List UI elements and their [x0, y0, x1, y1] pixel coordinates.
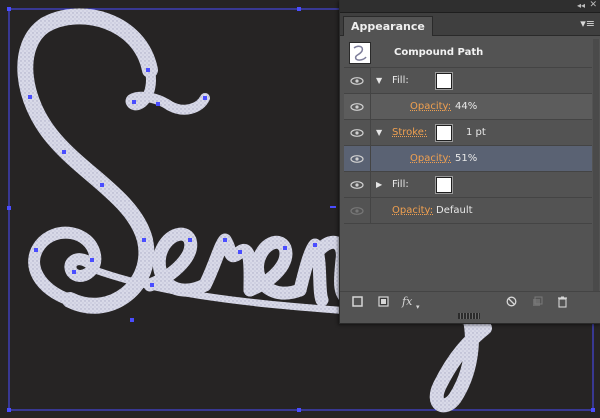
- panel-tabbar: Appearance ▾≡: [340, 13, 600, 36]
- bbox-handle-tl[interactable]: [7, 7, 11, 11]
- visibility-toggle[interactable]: [344, 68, 371, 93]
- visibility-toggle[interactable]: [344, 94, 371, 119]
- fill-swatch[interactable]: [436, 177, 452, 193]
- clear-appearance-icon[interactable]: [506, 296, 517, 310]
- eye-icon[interactable]: [350, 181, 364, 189]
- appearance-list: Compound Path ▼ Fill: Opacity: 44% ▼ Str: [344, 39, 592, 291]
- object-opacity-row[interactable]: Opacity: Default: [344, 198, 592, 224]
- appearance-header-row[interactable]: Compound Path: [344, 39, 592, 68]
- visibility-toggle[interactable]: [344, 172, 371, 197]
- stroke-row[interactable]: ▼ Stroke: 1 pt: [344, 120, 592, 146]
- object-thumbnail: [349, 42, 371, 64]
- visibility-toggle[interactable]: [344, 146, 371, 171]
- panel-menu-icon[interactable]: ▾≡: [580, 18, 595, 30]
- panel-titlebar[interactable]: ◂◂ ✕: [340, 0, 600, 13]
- eye-icon[interactable]: [350, 207, 364, 215]
- fill-swatch[interactable]: [436, 73, 452, 89]
- disclosure-triangle-right-icon[interactable]: ▶: [376, 180, 382, 190]
- stroke-opacity-row[interactable]: Opacity: 51%: [344, 146, 592, 172]
- opacity-link[interactable]: Opacity:: [392, 198, 433, 223]
- visibility-toggle[interactable]: [344, 120, 371, 145]
- opacity-link[interactable]: Opacity:: [410, 94, 451, 119]
- delete-item-trash-icon[interactable]: [557, 296, 568, 311]
- disclosure-triangle-down-icon[interactable]: ▼: [376, 76, 382, 86]
- fill-row-1[interactable]: ▼ Fill:: [344, 68, 592, 94]
- opacity-value: 44%: [455, 101, 478, 112]
- eye-icon[interactable]: [350, 77, 364, 85]
- collapse-panel-icon[interactable]: ◂◂: [577, 1, 585, 11]
- panel-resize-grip[interactable]: [458, 313, 480, 319]
- appearance-panel: ◂◂ ✕ Appearance ▾≡ Compound Path ▼ Fill:: [339, 0, 600, 324]
- disclosure-triangle-down-icon[interactable]: ▼: [376, 128, 382, 138]
- bbox-handle-tm[interactable]: [297, 7, 301, 11]
- visibility-toggle[interactable]: [344, 198, 371, 223]
- fill-opacity-row[interactable]: Opacity: 44%: [344, 94, 592, 120]
- close-panel-icon[interactable]: ✕: [589, 0, 597, 11]
- fill-label: Fill:: [392, 75, 409, 86]
- fill-row-2[interactable]: ▶ Fill:: [344, 172, 592, 198]
- duplicate-item-icon[interactable]: [532, 296, 543, 310]
- stroke-swatch[interactable]: [436, 125, 452, 141]
- bbox-handle-ml[interactable]: [7, 206, 11, 210]
- object-type-title: Compound Path: [394, 47, 484, 58]
- eye-icon[interactable]: [350, 155, 364, 163]
- panel-footer: fx ▾: [340, 291, 600, 312]
- tab-appearance[interactable]: Appearance: [343, 16, 433, 36]
- bbox-handle-bm[interactable]: [297, 408, 301, 412]
- opacity-value: Default: [436, 205, 473, 216]
- fill-label: Fill:: [392, 179, 409, 190]
- bbox-handle-br[interactable]: [591, 408, 595, 412]
- stroke-link[interactable]: Stroke:: [392, 120, 427, 145]
- panel-scrollbar[interactable]: [593, 39, 599, 291]
- eye-icon[interactable]: [350, 129, 364, 137]
- thumbnail-preview-icon: [353, 45, 367, 61]
- bbox-handle-bl[interactable]: [7, 408, 11, 412]
- fx-dropdown-chevron-icon[interactable]: ▾: [416, 301, 420, 313]
- eye-icon[interactable]: [350, 103, 364, 111]
- add-effect-fx-icon[interactable]: fx: [402, 296, 412, 308]
- add-new-fill-icon[interactable]: [378, 296, 389, 310]
- opacity-value: 51%: [455, 153, 478, 164]
- stroke-weight-value[interactable]: 1 pt: [466, 120, 486, 145]
- add-new-stroke-icon[interactable]: [352, 296, 363, 310]
- opacity-link[interactable]: Opacity:: [410, 146, 451, 171]
